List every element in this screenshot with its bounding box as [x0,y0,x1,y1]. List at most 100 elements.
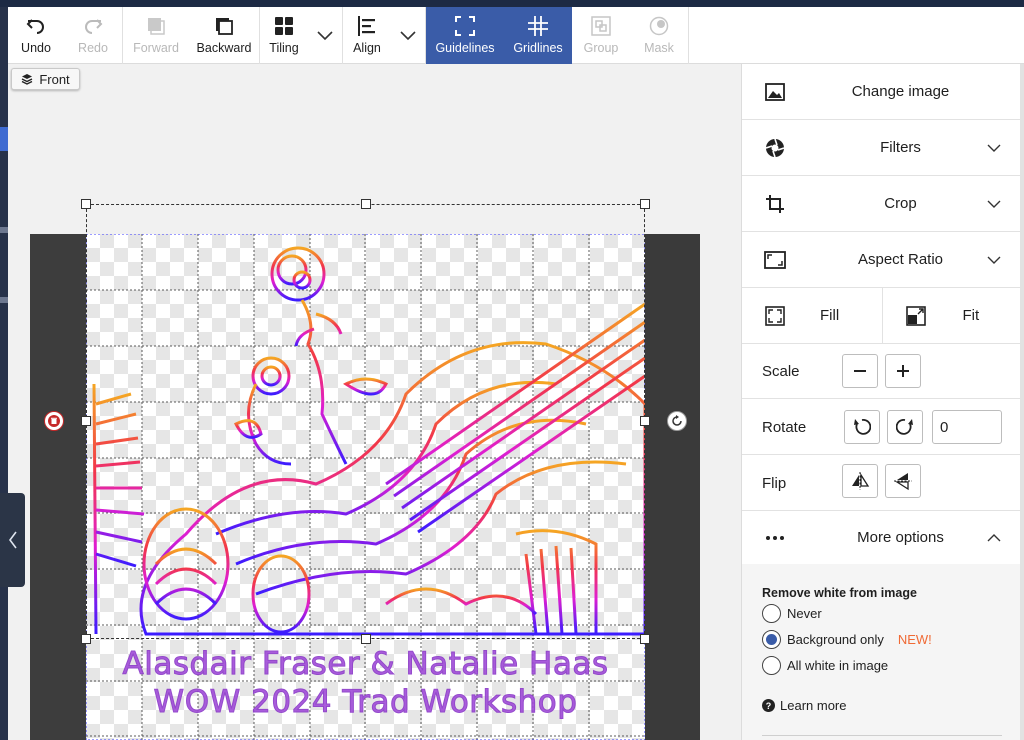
guidelines-toggle[interactable]: Guidelines [426,7,504,64]
tiling-icon [273,15,295,37]
fit-icon [905,305,927,327]
flip-vertical-icon [894,473,912,491]
option-label: All white in image [787,658,889,673]
caption-line-2: WOW 2024 Trad Workshop [153,684,578,721]
left-strip-marker [0,127,8,151]
fit-button[interactable]: Fit [881,287,1022,344]
layer-order-group: Forward Backward [123,7,260,64]
resize-handle-sw[interactable] [81,634,91,644]
more-options-row[interactable]: More options [742,510,1021,566]
chevron-up-icon [987,533,1001,541]
resize-handle-ne[interactable] [640,199,650,209]
undo-icon [25,15,47,37]
left-app-strip [0,7,8,740]
mask-label: Mask [644,41,674,55]
editor-toolbar: Undo Redo Forward Backward Tiling Align … [8,7,1024,64]
group-icon [590,15,612,37]
tiling-label: Tiling [269,41,299,55]
remove-white-title: Remove white from image [762,586,917,600]
redo-icon [82,15,104,37]
flip-horizontal-icon [852,472,870,490]
flip-horizontal-button[interactable] [842,464,878,498]
align-button[interactable]: Align [343,7,391,64]
aspect-ratio-row[interactable]: Aspect Ratio [742,232,1021,288]
collapse-left-panel-tab[interactable] [0,493,25,587]
option-label: Background only [787,632,884,647]
backward-button[interactable]: Backward [189,7,259,64]
caption-line-1: Alasdair Fraser & Natalie Haas [122,646,609,683]
radio-button-selected[interactable] [762,630,781,649]
scale-row: Scale [742,344,1021,399]
image-properties-panel: Change image Filters Crop Aspect Ratio F… [741,64,1022,740]
gridlines-label: Gridlines [513,41,563,55]
gridlines-toggle[interactable]: Gridlines [504,7,572,64]
guidelines-icon [454,15,476,37]
option-label: Never [787,606,822,621]
change-image-row[interactable]: Change image [742,64,1021,120]
crop-row[interactable]: Crop [742,176,1021,232]
new-badge: NEW! [897,632,932,647]
plus-icon [897,365,909,377]
fit-label: Fit [962,307,980,324]
resize-handle-se[interactable] [640,634,650,644]
chevron-down-icon [317,30,333,40]
fill-label: Fill [820,307,840,324]
resize-handle-w[interactable] [81,416,91,426]
aspect-ratio-label: Aspect Ratio [857,251,944,268]
rotate-label: Rotate [762,419,807,436]
rotate-row: Rotate [742,400,1021,455]
rotate-cw-icon [896,419,913,435]
filters-label: Filters [880,139,921,156]
canvas-bleed-left [30,234,86,740]
radio-button[interactable] [762,604,781,623]
mask-icon [648,15,670,37]
group-label: Group [583,41,619,55]
change-image-label: Change image [851,83,950,100]
grid-icon [527,15,549,37]
rotate-left-button[interactable] [844,410,880,444]
remove-white-option-background[interactable]: Background only NEW! [762,630,932,649]
tiling-button[interactable]: Tiling [260,7,308,64]
filters-row[interactable]: Filters [742,120,1021,176]
remove-white-option-never[interactable]: Never [762,604,822,623]
delete-element-button[interactable] [44,411,64,431]
resize-handle-n[interactable] [361,199,371,209]
guides-group: Guidelines Gridlines [426,7,572,64]
guidelines-label: Guidelines [435,41,495,55]
panel-scrollbar[interactable] [1020,64,1024,740]
tiling-dropdown-toggle[interactable] [308,7,342,64]
chevron-down-icon [400,30,416,40]
learn-more-link[interactable]: ? Learn more [762,698,846,713]
resize-handle-s[interactable] [361,634,371,644]
forward-button[interactable]: Forward [123,7,189,64]
backward-label: Backward [196,41,252,55]
align-group: Align [343,7,426,64]
flip-vertical-button[interactable] [885,464,921,498]
rotate-handle[interactable] [667,411,687,431]
rotate-right-button[interactable] [887,410,923,444]
align-left-icon [356,15,378,37]
help-icon: ? [762,699,775,712]
learn-more-label: Learn more [780,698,847,713]
mask-button[interactable]: Mask [630,7,688,64]
layers-icon [22,74,33,85]
scale-decrease-button[interactable] [842,354,878,388]
radio-button[interactable] [762,656,781,675]
trash-icon [48,415,60,427]
more-options-label: More options [857,529,944,546]
resize-handle-e[interactable] [640,416,650,426]
redo-button[interactable]: Redo [64,7,122,64]
flip-label: Flip [762,475,787,492]
remove-white-option-all[interactable]: All white in image [762,656,888,675]
undo-button[interactable]: Undo [8,7,64,64]
rotate-angle-input[interactable] [932,410,1002,444]
chevron-left-icon [8,531,17,549]
resize-handle-nw[interactable] [81,199,91,209]
scale-increase-button[interactable] [885,354,921,388]
front-side-chip[interactable]: Front [11,68,80,90]
align-dropdown-toggle[interactable] [391,7,425,64]
group-button[interactable]: Group [572,7,630,64]
rotate-icon [672,415,682,426]
fill-button[interactable]: Fill [742,288,882,344]
scale-label: Scale [762,363,800,380]
